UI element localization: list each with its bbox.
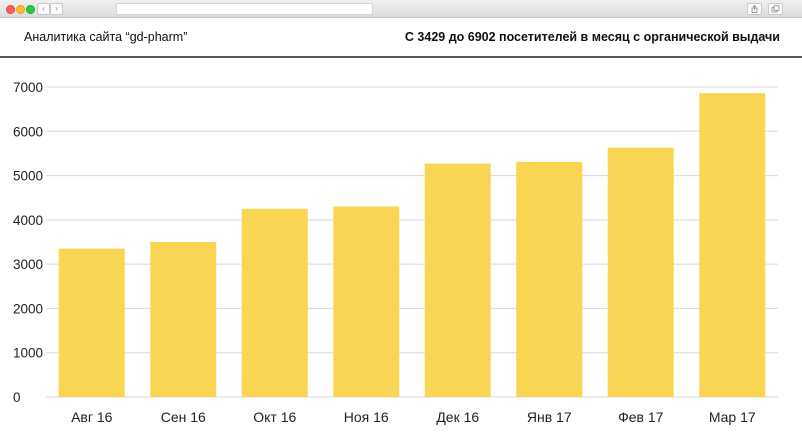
y-tick-label: 0 bbox=[13, 390, 21, 405]
address-bar[interactable] bbox=[116, 3, 373, 15]
y-tick-label: 7000 bbox=[13, 80, 43, 95]
bar bbox=[699, 93, 766, 397]
y-tick-label: 2000 bbox=[13, 301, 43, 316]
bar bbox=[333, 206, 400, 397]
y-tick-label: 1000 bbox=[13, 346, 43, 361]
x-tick-label: Ноя 16 bbox=[344, 409, 389, 425]
bar bbox=[58, 248, 125, 397]
chevron-right-icon: › bbox=[55, 4, 58, 13]
tabs-button[interactable] bbox=[768, 3, 783, 15]
close-window-button[interactable] bbox=[6, 5, 15, 14]
x-tick-label: Янв 17 bbox=[527, 409, 572, 425]
forward-button[interactable]: › bbox=[50, 3, 63, 15]
share-button[interactable] bbox=[747, 3, 762, 15]
tabs-icon bbox=[771, 5, 780, 13]
y-tick-label: 5000 bbox=[13, 169, 43, 184]
share-icon bbox=[751, 5, 758, 13]
chevron-left-icon: ‹ bbox=[42, 4, 45, 13]
minimize-window-button[interactable] bbox=[16, 5, 25, 14]
x-tick-label: Авг 16 bbox=[71, 409, 113, 425]
page-header: Аналитика сайта “gd-pharm” С 3429 до 690… bbox=[0, 18, 802, 58]
x-tick-label: Сен 16 bbox=[161, 409, 206, 425]
bar bbox=[607, 147, 674, 397]
x-tick-label: Дек 16 bbox=[436, 409, 479, 425]
x-tick-label: Окт 16 bbox=[253, 409, 296, 425]
x-tick-label: Мар 17 bbox=[709, 409, 756, 425]
bar bbox=[241, 208, 308, 397]
y-tick-label: 3000 bbox=[13, 257, 43, 272]
x-tick-label: Фев 17 bbox=[618, 409, 664, 425]
y-tick-label: 4000 bbox=[13, 213, 43, 228]
visits-bar-chart: 0 1000 2000 3000 4000 5000 6000 7000 Авг 16 Сен 1… bbox=[13, 80, 778, 425]
browser-window: ‹ › Аналитика сайта “gd-pharm” С 3429 до… bbox=[0, 0, 802, 444]
bar bbox=[150, 242, 217, 397]
maximize-window-button[interactable] bbox=[26, 5, 35, 14]
browser-titlebar: ‹ › bbox=[0, 0, 802, 18]
bar bbox=[424, 163, 491, 397]
y-tick-label: 6000 bbox=[13, 124, 43, 139]
page-summary: С 3429 до 6902 посетителей в месяц с орг… bbox=[404, 30, 780, 44]
bar bbox=[516, 161, 583, 397]
page-title: Аналитика сайта “gd-pharm” bbox=[24, 30, 188, 44]
back-button[interactable]: ‹ bbox=[37, 3, 50, 15]
